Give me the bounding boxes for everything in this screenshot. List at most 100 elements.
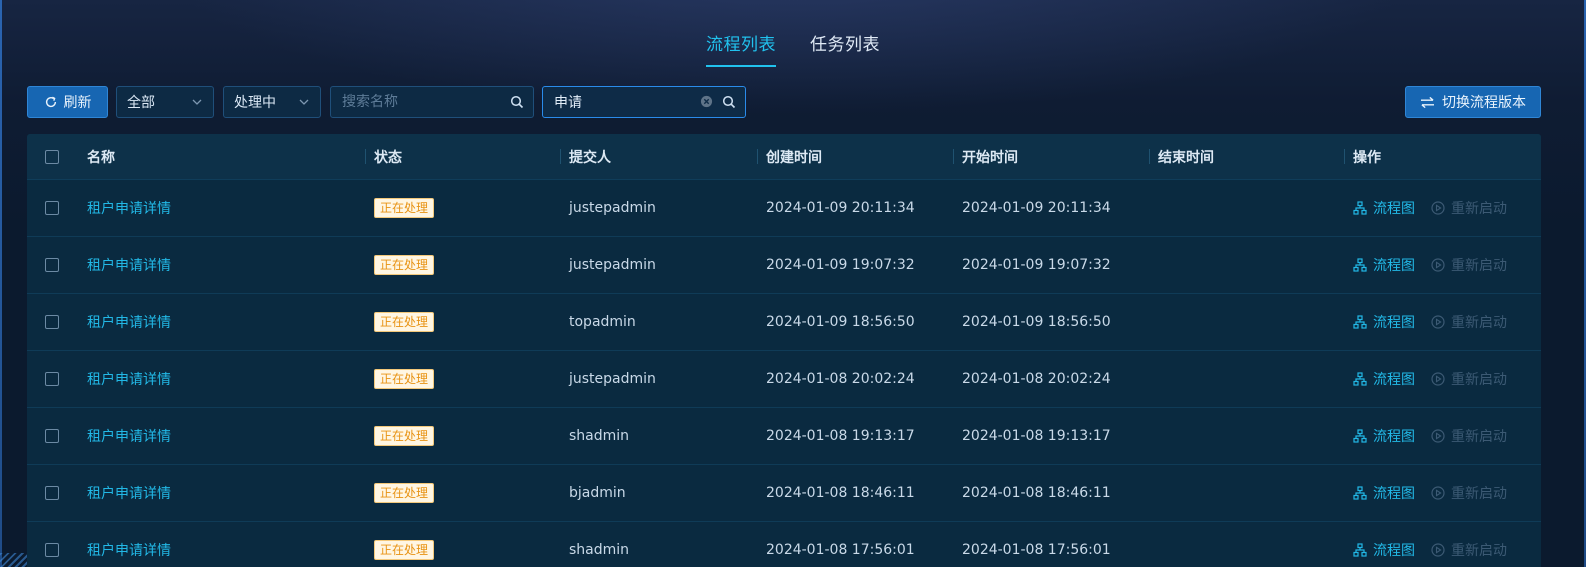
clear-icon[interactable]: [700, 95, 713, 108]
process-name-link[interactable]: 租户申请详情: [87, 483, 171, 503]
status-cell: 正在处理: [374, 408, 435, 464]
row-checkbox[interactable]: [45, 543, 59, 557]
flowchart-button[interactable]: 流程图: [1353, 255, 1415, 275]
start-time-cell: 2024-01-08 17:56:01: [962, 542, 1111, 558]
actions-cell: 流程图 重新启动: [1353, 408, 1507, 464]
created-time-cell: 2024-01-08 20:02:24: [766, 371, 915, 387]
tab-process-list[interactable]: 流程列表: [706, 30, 776, 67]
header-name: 名称: [87, 149, 115, 166]
row-checkbox[interactable]: [45, 429, 59, 443]
process-name-link[interactable]: 租户申请详情: [87, 426, 171, 446]
header-created-time: 创建时间: [757, 134, 822, 179]
restart-button[interactable]: 重新启动: [1431, 312, 1507, 332]
search-name-input[interactable]: [331, 86, 494, 118]
flowchart-label: 流程图: [1373, 486, 1415, 502]
row-checkbox[interactable]: [45, 372, 59, 386]
actions-cell: 流程图 重新启动: [1353, 351, 1507, 407]
row-select-cell: [45, 522, 59, 567]
header-status: 状态: [365, 134, 402, 179]
flowchart-button[interactable]: 流程图: [1353, 540, 1415, 560]
process-list-page: 流程列表 任务列表 刷新 全部 处理中 搜索名称 申请 切换流程版本 名称 状态…: [0, 0, 1586, 567]
search-keyword-input[interactable]: [543, 86, 706, 118]
play-circle-icon: [1431, 372, 1445, 386]
row-checkbox[interactable]: [45, 201, 59, 215]
process-name-link[interactable]: 租户申请详情: [87, 540, 171, 560]
filter-status-value: 处理中: [234, 95, 276, 111]
refresh-button[interactable]: 刷新: [27, 86, 108, 118]
status-badge: 正在处理: [374, 312, 435, 332]
restart-label: 重新启动: [1451, 201, 1507, 217]
restart-button[interactable]: 重新启动: [1431, 426, 1507, 446]
flowchart-label: 流程图: [1373, 429, 1415, 445]
filter-status-select[interactable]: 处理中: [223, 86, 321, 118]
flowchart-button[interactable]: 流程图: [1353, 198, 1415, 218]
created-time-cell: 2024-01-08 18:46:11: [766, 485, 915, 501]
name-cell: 租户申请详情: [87, 294, 171, 350]
table-header: 名称 状态 提交人 创建时间 开始时间 结束时间 操作: [27, 134, 1541, 180]
start-time-cell: 2024-01-09 18:56:50: [962, 314, 1111, 330]
switch-version-label: 切换流程版本: [1442, 95, 1526, 111]
actions-cell: 流程图 重新启动: [1353, 180, 1507, 236]
status-badge: 正在处理: [374, 426, 435, 446]
tab-task-list[interactable]: 任务列表: [810, 30, 880, 67]
restart-button[interactable]: 重新启动: [1431, 198, 1507, 218]
flowchart-icon: [1353, 201, 1367, 215]
search-icon[interactable]: [510, 95, 524, 109]
flowchart-button[interactable]: 流程图: [1353, 426, 1415, 446]
row-checkbox[interactable]: [45, 486, 59, 500]
flowchart-button[interactable]: 流程图: [1353, 312, 1415, 332]
flowchart-button[interactable]: 流程图: [1353, 369, 1415, 389]
start-time-cell: 2024-01-09 20:11:34: [962, 200, 1111, 216]
restart-label: 重新启动: [1451, 258, 1507, 274]
frame-border-left: [0, 0, 2, 567]
row-checkbox[interactable]: [45, 258, 59, 272]
restart-button[interactable]: 重新启动: [1431, 540, 1507, 560]
process-name-link[interactable]: 租户申请详情: [87, 255, 171, 275]
name-cell: 租户申请详情: [87, 237, 171, 293]
name-cell: 租户申请详情: [87, 465, 171, 521]
created-time-cell: 2024-01-08 17:56:01: [766, 542, 915, 558]
restart-button[interactable]: 重新启动: [1431, 483, 1507, 503]
process-table: 名称 状态 提交人 创建时间 开始时间 结束时间 操作 租户申请详情 正在处理 …: [27, 134, 1541, 567]
flowchart-button[interactable]: 流程图: [1353, 483, 1415, 503]
flowchart-label: 流程图: [1373, 201, 1415, 217]
search-name-field[interactable]: [330, 86, 534, 118]
play-circle-icon: [1431, 258, 1445, 272]
restart-button[interactable]: 重新启动: [1431, 369, 1507, 389]
header-actions: 操作: [1344, 134, 1381, 179]
status-cell: 正在处理: [374, 180, 435, 236]
row-checkbox[interactable]: [45, 315, 59, 329]
created-time-cell: 2024-01-09 19:07:32: [766, 257, 915, 273]
flowchart-icon: [1353, 315, 1367, 329]
header-end-time: 结束时间: [1149, 134, 1214, 179]
table-row: 租户申请详情 正在处理 justepadmin 2024-01-08 20:02…: [27, 351, 1541, 408]
filter-all-select[interactable]: 全部: [116, 86, 214, 118]
status-cell: 正在处理: [374, 351, 435, 407]
search-icon[interactable]: [722, 95, 736, 109]
restart-button[interactable]: 重新启动: [1431, 255, 1507, 275]
status-cell: 正在处理: [374, 465, 435, 521]
process-name-link[interactable]: 租户申请详情: [87, 198, 171, 218]
search-keyword-field[interactable]: [542, 86, 746, 118]
refresh-button-label: 刷新: [63, 95, 92, 111]
status-cell: 正在处理: [374, 294, 435, 350]
play-circle-icon: [1431, 315, 1445, 329]
restart-label: 重新启动: [1451, 486, 1507, 502]
flowchart-label: 流程图: [1373, 372, 1415, 388]
flowchart-icon: [1353, 429, 1367, 443]
process-name-link[interactable]: 租户申请详情: [87, 369, 171, 389]
restart-label: 重新启动: [1451, 543, 1507, 559]
submitter-cell: shadmin: [569, 428, 630, 444]
name-cell: 租户申请详情: [87, 351, 171, 407]
status-badge: 正在处理: [374, 255, 435, 275]
created-time-cell: 2024-01-09 18:56:50: [766, 314, 915, 330]
switch-version-button[interactable]: 切换流程版本: [1405, 86, 1541, 118]
restart-label: 重新启动: [1451, 315, 1507, 331]
select-all-checkbox[interactable]: [45, 149, 59, 164]
table-row: 租户申请详情 正在处理 shadmin 2024-01-08 17:56:01 …: [27, 522, 1541, 567]
row-select-cell: [45, 180, 59, 236]
process-name-link[interactable]: 租户申请详情: [87, 312, 171, 332]
restart-label: 重新启动: [1451, 429, 1507, 445]
name-cell: 租户申请详情: [87, 408, 171, 464]
restart-label: 重新启动: [1451, 372, 1507, 388]
